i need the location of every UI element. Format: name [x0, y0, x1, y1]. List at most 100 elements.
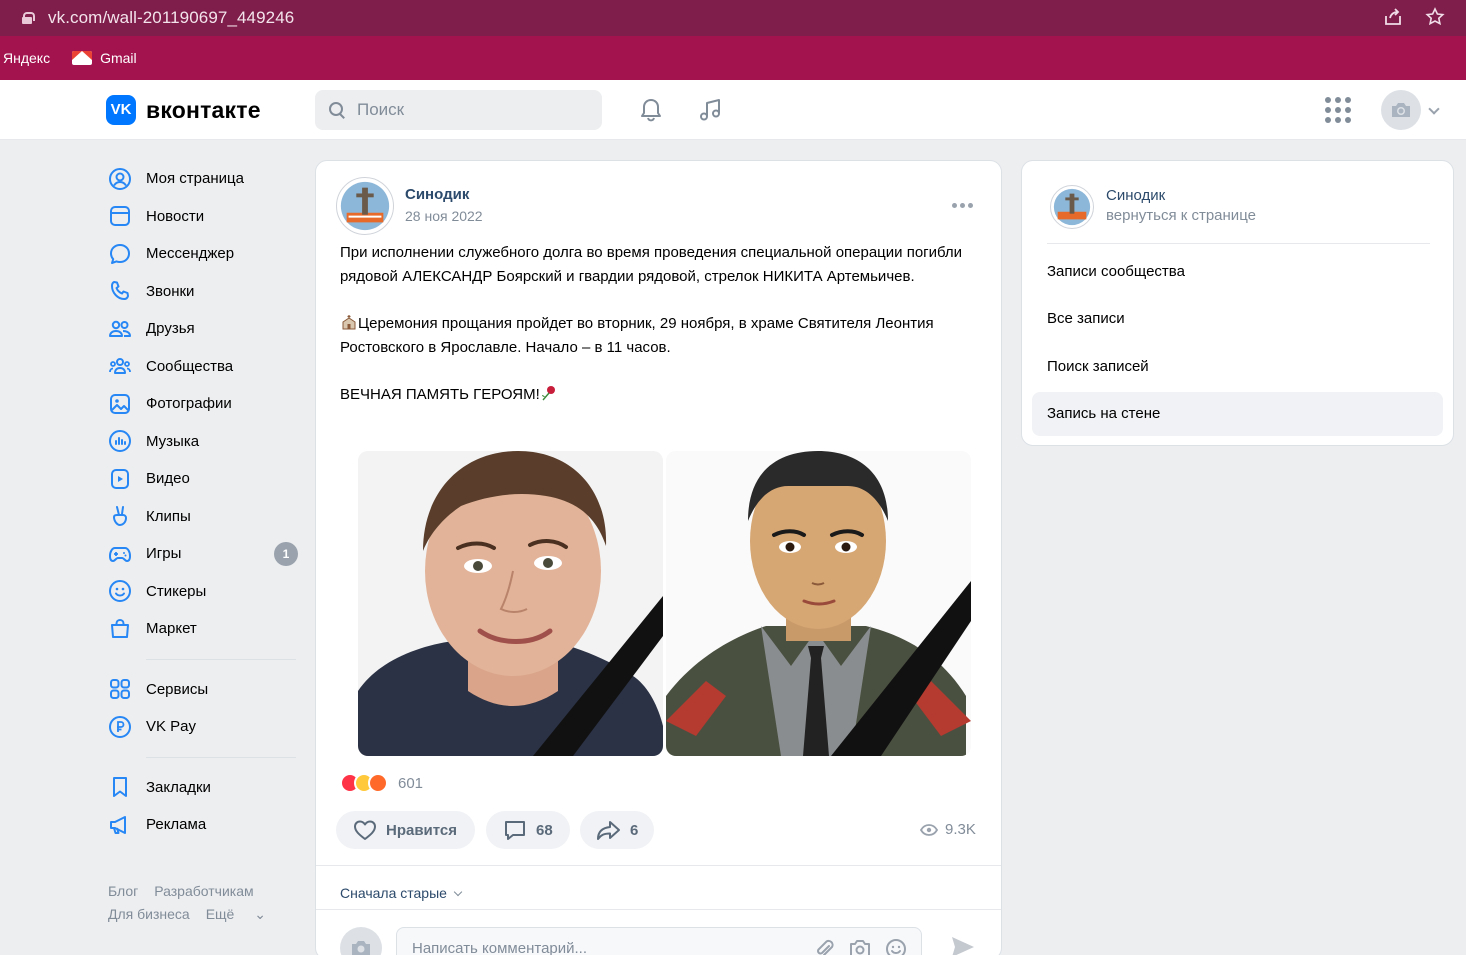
nav-item-market[interactable]: Маркет	[106, 610, 298, 648]
wall-post: Синодик 28 ноя 2022 При исполнении служе…	[315, 160, 1002, 955]
profile-avatar[interactable]	[1381, 90, 1421, 130]
sidebar-item-all-posts[interactable]: Все записи	[1032, 297, 1443, 341]
bookmark-gmail[interactable]: Gmail	[72, 50, 137, 66]
megaphone-icon	[110, 815, 126, 834]
camera-icon	[352, 941, 370, 955]
search-icon	[329, 102, 345, 118]
camera-icon	[1392, 103, 1410, 117]
sidebar-group-name[interactable]: Синодик	[1106, 187, 1165, 204]
bookmark-icon	[113, 777, 127, 798]
search-box[interactable]	[315, 90, 602, 130]
nav-item-friends[interactable]: Друзья	[106, 310, 298, 348]
services-icon	[110, 679, 130, 700]
post-date[interactable]: 28 ноя 2022	[405, 208, 483, 224]
post-photo-2[interactable]	[666, 451, 971, 756]
gmail-icon	[72, 51, 93, 65]
group-avatar[interactable]	[336, 177, 394, 235]
star-bookmark-icon[interactable]	[1424, 7, 1446, 33]
nav-item-music[interactable]: Музыка	[106, 423, 298, 461]
send-icon[interactable]	[950, 935, 976, 955]
comment-button[interactable]: 68	[486, 811, 570, 849]
message-icon	[110, 243, 130, 264]
rose-icon	[541, 386, 555, 401]
music-icon[interactable]	[696, 96, 724, 124]
nav-item-ads[interactable]: Реклама	[106, 806, 298, 844]
nav-item-communities[interactable]: Сообщества	[106, 348, 298, 386]
post-paragraph: ВЕЧНАЯ ПАМЯТЬ ГЕРОЯМ!	[340, 383, 970, 407]
views-counter: 9.3K	[920, 821, 976, 838]
apps-grid-icon[interactable]	[1325, 97, 1351, 123]
video-icon	[111, 468, 129, 489]
nav-divider	[146, 658, 296, 660]
footer-link-developers[interactable]: Разработчикам	[154, 883, 253, 899]
reactions-count: 601	[398, 774, 424, 792]
friends-icon	[109, 320, 131, 337]
nav-item-stickers[interactable]: Стикеры	[106, 573, 298, 611]
news-icon	[110, 206, 130, 227]
nav-item-video[interactable]: Видео	[106, 460, 298, 498]
comment-avatar	[340, 927, 382, 955]
clips-icon	[113, 506, 127, 527]
games-badge: 1	[274, 541, 298, 566]
user-circle-icon	[109, 167, 131, 190]
left-nav: Моя страница Новости Мессенджер Звонки Д…	[106, 160, 298, 844]
emoji-icon[interactable]	[885, 938, 907, 955]
vkpay-icon	[109, 715, 131, 738]
nav-item-calls[interactable]: Звонки	[106, 273, 298, 311]
nav-item-games[interactable]: Игры 1	[106, 535, 298, 573]
nav-item-bookmarks[interactable]: Закладки	[106, 769, 298, 807]
nav-item-messenger[interactable]: Мессенджер	[106, 235, 298, 273]
footer-link-business[interactable]: Для бизнеса	[108, 906, 190, 922]
sidebar-item-community-posts[interactable]: Записи сообщества	[1032, 250, 1443, 294]
nav-item-news[interactable]: Новости	[106, 198, 298, 236]
comment-icon	[505, 821, 525, 840]
nav-item-services[interactable]: Сервисы	[106, 671, 298, 709]
sidebar-item-search-posts[interactable]: Поиск записей	[1032, 345, 1443, 389]
lock-icon	[22, 12, 35, 24]
paperclip-icon[interactable]	[813, 938, 835, 955]
bookmarks-bar: Яндекс Gmail	[0, 36, 1466, 80]
post-author[interactable]: Синодик	[405, 186, 469, 203]
like-button[interactable]: Нравится	[336, 811, 475, 849]
sort-comments-dropdown[interactable]: Сначала старые	[340, 885, 463, 901]
vk-logo-icon[interactable]: VK	[106, 95, 136, 125]
nav-divider	[146, 756, 296, 758]
gamepad-icon	[109, 546, 131, 562]
chevron-down-icon	[453, 887, 463, 896]
share-arrow-icon	[597, 821, 620, 840]
nav-item-photos[interactable]: Фотографии	[106, 385, 298, 423]
comment-field[interactable]	[396, 927, 922, 955]
footer-link-more[interactable]: Ещё ⌄	[206, 906, 282, 922]
vk-header: VK вконтакте	[0, 80, 1466, 140]
right-panel: Синодик вернуться к странице Записи сооб…	[1021, 160, 1454, 446]
footer-link-blog[interactable]: Блог	[108, 883, 138, 899]
communities-icon	[109, 358, 131, 375]
post-paragraph: Церемония прощания пройдет во вторник, 2…	[340, 315, 934, 356]
phone-icon	[111, 281, 129, 301]
url-text[interactable]: vk.com/wall-201190697_449246	[48, 8, 294, 28]
photo-icon	[110, 393, 130, 414]
group-avatar[interactable]	[1050, 185, 1094, 229]
back-to-page-link[interactable]: вернуться к странице	[1106, 207, 1256, 224]
search-input[interactable]	[357, 100, 577, 120]
bookmark-yandex[interactable]: Яндекс	[3, 50, 50, 66]
nav-item-my-page[interactable]: Моя страница	[106, 160, 298, 198]
bell-icon[interactable]	[637, 96, 665, 124]
church-icon	[342, 315, 356, 330]
sidebar-item-wall-post[interactable]: Запись на стене	[1032, 392, 1443, 436]
music-bars-icon	[109, 430, 131, 453]
vk-brand-text[interactable]: вконтакте	[146, 95, 261, 125]
nav-item-clips[interactable]: Клипы	[106, 498, 298, 536]
more-options-icon[interactable]	[952, 203, 973, 208]
comment-input[interactable]	[412, 939, 802, 955]
post-photo-1[interactable]	[358, 451, 663, 756]
nav-item-vkpay[interactable]: VK Pay	[106, 708, 298, 746]
browser-urlbar[interactable]: vk.com/wall-201190697_449246	[0, 0, 1466, 36]
reactions-summary[interactable]: 601	[340, 773, 423, 793]
share-page-icon[interactable]	[1382, 7, 1404, 33]
post-text: При исполнении служебного долга во время…	[340, 241, 970, 407]
share-button[interactable]: 6	[580, 811, 654, 849]
bag-icon	[111, 618, 129, 638]
camera-icon[interactable]	[849, 938, 871, 955]
chevron-down-icon[interactable]	[1428, 103, 1440, 115]
